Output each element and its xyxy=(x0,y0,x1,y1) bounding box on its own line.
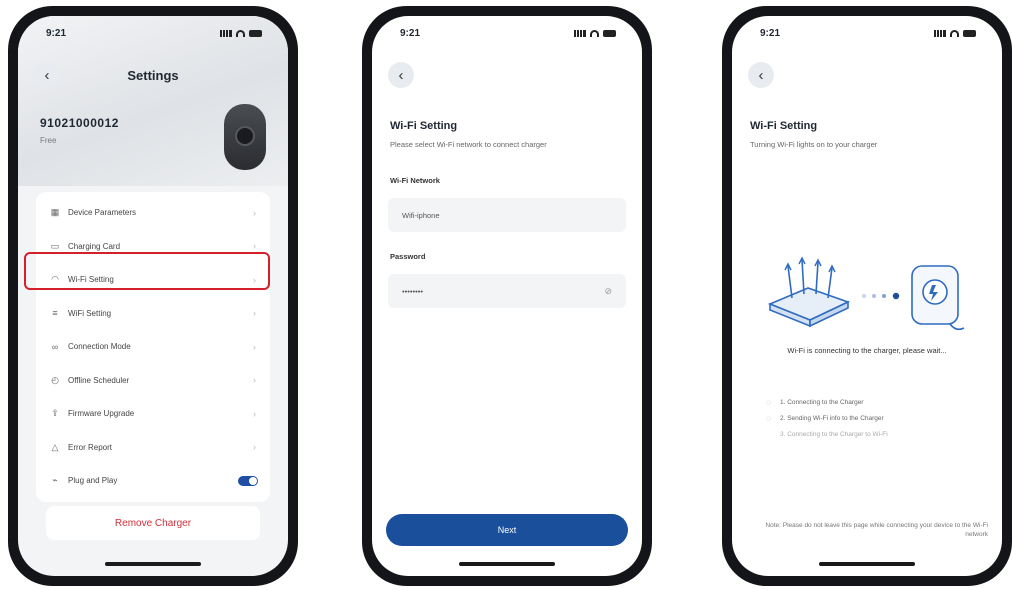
connecting-message: Wi-Fi is connecting to the charger, plea… xyxy=(787,346,947,355)
wifi-setup-screen: 9:21 ‹ Wi-Fi Setting Please select Wi-Fi… xyxy=(372,16,642,576)
menu-item-wifi-setting-2[interactable]: ≡ WiFi Setting › xyxy=(36,297,270,331)
loading-icon: ◌ xyxy=(766,397,771,407)
chevron-right-icon: › xyxy=(253,341,256,352)
highlight-box xyxy=(24,252,270,290)
chevron-right-icon: › xyxy=(253,207,256,218)
status-time: 9:21 xyxy=(760,27,781,39)
router-icon xyxy=(767,256,851,328)
battery-icon xyxy=(603,29,616,37)
page-subtitle: Turning Wi-Fi lights on to your charger xyxy=(750,140,878,149)
status-bar: 9:21 xyxy=(18,16,288,50)
chevron-right-icon: › xyxy=(253,442,256,453)
home-indicator xyxy=(105,562,201,566)
step-item: 3. Connecting to the Charger to Wi-Fi xyxy=(780,430,888,438)
status-time: 9:21 xyxy=(46,27,67,39)
remove-charger-button[interactable]: Remove Charger xyxy=(46,506,260,540)
wifi-status-icon xyxy=(590,29,599,37)
phone-wifi-connecting: 9:21 ‹ Wi-Fi Setting Turning Wi-Fi light… xyxy=(722,6,1012,586)
page-title: Wi-Fi Setting xyxy=(390,120,458,132)
phone-settings: 9:21 ‹ Settings 91021000012 Free ▦ Devic… xyxy=(8,6,298,586)
home-indicator xyxy=(819,562,915,566)
back-button[interactable]: ‹ xyxy=(748,62,774,88)
device-status: Free xyxy=(40,136,57,145)
back-button[interactable]: ‹ xyxy=(388,62,414,88)
battery-icon xyxy=(963,29,976,37)
menu-item-error-report[interactable]: △ Error Report › xyxy=(36,431,270,465)
phone-wifi-setup: 9:21 ‹ Wi-Fi Setting Please select Wi-Fi… xyxy=(362,6,652,586)
menu-item-firmware-upgrade[interactable]: ⇪ Firmware Upgrade › xyxy=(36,397,270,431)
chevron-right-icon: › xyxy=(253,308,256,319)
charger-icon xyxy=(911,265,965,331)
alert-icon: △ xyxy=(51,441,59,452)
step-item: ◌ 2. Sending Wi-Fi info to the Charger xyxy=(766,413,884,423)
step-item: ◌ 1. Connecting to the Charger xyxy=(766,397,864,407)
wifi-status-icon xyxy=(950,29,959,37)
eye-off-icon[interactable]: ⊘ xyxy=(604,286,612,297)
connection-tip: Note: Please do not leave this page whil… xyxy=(765,521,988,539)
charger-image xyxy=(224,104,266,170)
settings-menu: ▦ Device Parameters › ▭ Charging Card › … xyxy=(36,192,270,502)
status-bar: 9:21 xyxy=(372,16,642,50)
signal-icon xyxy=(220,29,232,37)
chevron-right-icon: › xyxy=(253,375,256,386)
status-time: 9:21 xyxy=(400,27,421,39)
password-label: Password xyxy=(390,252,426,261)
chevron-right-icon: › xyxy=(253,241,256,252)
router-to-charger-illustration xyxy=(767,256,965,331)
battery-icon xyxy=(249,29,262,37)
page-subtitle: Please select Wi-Fi network to connect c… xyxy=(390,140,547,149)
page-title: Wi-Fi Setting xyxy=(750,120,818,132)
card-icon: ▭ xyxy=(50,240,60,251)
next-button[interactable]: Next xyxy=(386,514,628,546)
status-bar: 9:21 xyxy=(732,16,1002,50)
back-button[interactable]: ‹ xyxy=(34,62,60,88)
plug-icon: ⌁ xyxy=(52,475,58,486)
list-icon: ≡ xyxy=(52,308,58,319)
loading-icon: ◌ xyxy=(766,413,771,423)
menu-item-offline-scheduler[interactable]: ◴ Offline Scheduler › xyxy=(36,364,270,398)
wifi-network-field[interactable]: Wifi-iphone xyxy=(388,198,626,232)
signal-icon xyxy=(934,29,946,37)
signal-icon xyxy=(574,29,586,37)
connection-steps: ◌ 1. Connecting to the Charger ◌ 2. Send… xyxy=(766,394,982,442)
link-icon: ∞ xyxy=(51,341,59,352)
chevron-right-icon: › xyxy=(253,408,256,419)
chevron-left-icon: ‹ xyxy=(44,66,50,84)
grid-icon: ▦ xyxy=(50,207,60,218)
chevron-left-icon: ‹ xyxy=(398,66,404,84)
clock-icon: ◴ xyxy=(51,374,59,385)
progress-dots xyxy=(862,292,900,300)
menu-item-device-parameters[interactable]: ▦ Device Parameters › xyxy=(36,196,270,230)
plug-and-play-toggle[interactable] xyxy=(238,475,258,486)
password-field[interactable]: •••••••• ⊘ xyxy=(388,274,626,308)
device-serial: 91021000012 xyxy=(40,116,119,130)
chevron-left-icon: ‹ xyxy=(758,66,764,84)
menu-item-connection-mode[interactable]: ∞ Connection Mode › xyxy=(36,330,270,364)
wifi-status-icon xyxy=(236,29,245,37)
wifi-network-label: Wi-Fi Network xyxy=(390,176,440,185)
settings-screen: 9:21 ‹ Settings 91021000012 Free ▦ Devic… xyxy=(18,16,288,576)
upload-icon: ⇪ xyxy=(51,408,59,419)
menu-item-plug-and-play[interactable]: ⌁ Plug and Play xyxy=(36,464,270,498)
wifi-connecting-screen: 9:21 ‹ Wi-Fi Setting Turning Wi-Fi light… xyxy=(732,16,1002,576)
home-indicator xyxy=(459,562,555,566)
